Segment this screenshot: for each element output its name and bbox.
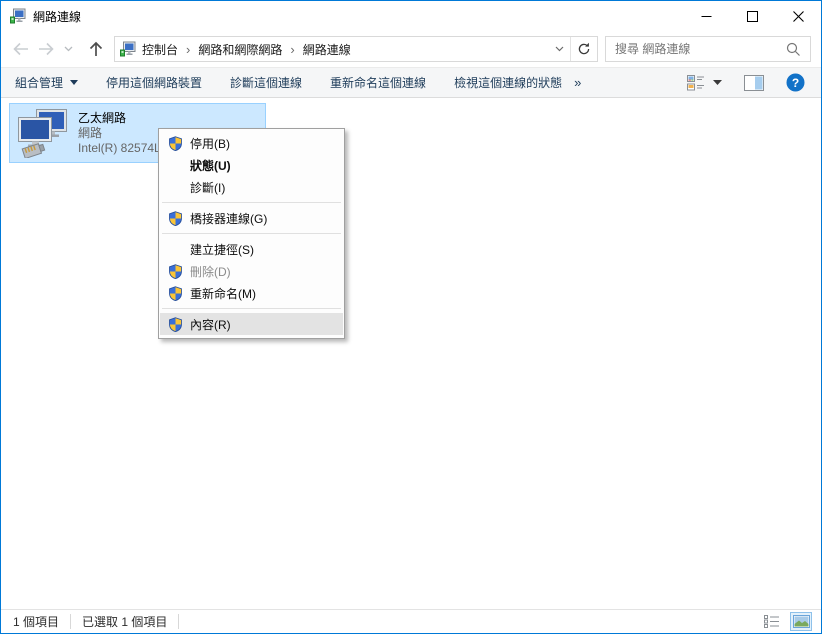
toolbar-button-rename-connection[interactable]: 重新命名這個連線 bbox=[330, 74, 426, 91]
status-divider bbox=[178, 614, 179, 629]
context-menu-item-properties[interactable]: 內容(R) bbox=[160, 313, 343, 335]
selected-count: 已選取 1 個項目 bbox=[82, 613, 167, 630]
explorer-window: 網路連線 bbox=[0, 0, 822, 634]
adapter-name: 乙太網路 bbox=[78, 111, 161, 126]
uac-shield-icon bbox=[160, 211, 190, 226]
up-arrow-icon bbox=[89, 41, 103, 57]
large-icons-view-icon bbox=[793, 615, 810, 628]
breadcrumb-separator-icon: › bbox=[288, 42, 296, 57]
search-input[interactable] bbox=[606, 42, 782, 56]
large-icons-view-button[interactable] bbox=[790, 612, 812, 631]
uac-shield-icon bbox=[160, 136, 190, 151]
context-menu-item-delete[interactable]: 刪除(D) bbox=[160, 260, 343, 282]
up-button[interactable] bbox=[83, 36, 109, 62]
status-left: 1 個項目 已選取 1 個項目 bbox=[13, 613, 190, 630]
menu-item-label: 狀態(U) bbox=[190, 157, 231, 174]
breadcrumb: 控制台›網路和網際網路›網路連線 bbox=[136, 41, 548, 58]
breadcrumb-item-control-panel[interactable]: 控制台 bbox=[136, 41, 184, 58]
svg-text:?: ? bbox=[792, 76, 799, 90]
help-button[interactable]: ? bbox=[786, 73, 805, 92]
context-menu-item-create-shortcut[interactable]: 建立捷徑(S) bbox=[160, 238, 343, 260]
address-bar[interactable]: 控制台›網路和網際網路›網路連線 bbox=[114, 36, 598, 62]
organize-label: 組合管理 bbox=[15, 74, 63, 91]
minimize-icon bbox=[701, 11, 712, 22]
toolbar-items: 停用這個網路裝置 診斷這個連線 重新命名這個連線 檢視這個連線的狀態 bbox=[78, 74, 562, 91]
menu-separator bbox=[162, 233, 341, 234]
address-dropdown-button[interactable] bbox=[548, 46, 570, 52]
network-connections-icon bbox=[10, 8, 26, 24]
adapter-status: 網路 bbox=[78, 126, 161, 141]
context-menu-item-disable[interactable]: 停用(B) bbox=[160, 132, 343, 154]
menu-item-label: 建立捷徑(S) bbox=[190, 241, 254, 258]
ethernet-adapter-icon bbox=[17, 108, 69, 158]
maximize-button[interactable] bbox=[729, 1, 775, 31]
window-title: 網路連線 bbox=[33, 8, 81, 25]
context-menu-item-rename[interactable]: 重新命名(M) bbox=[160, 282, 343, 304]
adapter-device: Intel(R) 82574L bbox=[78, 141, 161, 156]
toolbar-button-view-connection-status[interactable]: 檢視這個連線的狀態 bbox=[454, 74, 562, 91]
chevron-down-icon bbox=[64, 46, 73, 52]
items-count: 1 個項目 bbox=[13, 613, 59, 630]
preview-pane-button[interactable] bbox=[744, 75, 764, 91]
caret-down-icon bbox=[713, 80, 722, 85]
menu-item-label: 橋接器連線(G) bbox=[190, 210, 267, 227]
toolbar-button-diagnose-connection[interactable]: 診斷這個連線 bbox=[230, 74, 302, 91]
back-button[interactable] bbox=[7, 36, 33, 62]
search-icon[interactable] bbox=[786, 42, 801, 57]
status-bar: 1 個項目 已選取 1 個項目 bbox=[1, 609, 821, 633]
uac-shield-icon bbox=[160, 317, 190, 332]
minimize-button[interactable] bbox=[683, 1, 729, 31]
menu-item-label: 停用(B) bbox=[190, 135, 230, 152]
title-bar: 網路連線 bbox=[1, 1, 821, 31]
context-menu-item-status[interactable]: 狀態(U) bbox=[160, 154, 343, 176]
toolbar-button-disable-device[interactable]: 停用這個網路裝置 bbox=[106, 74, 202, 91]
view-list-icon bbox=[687, 74, 705, 91]
status-right bbox=[761, 612, 812, 631]
help-icon: ? bbox=[786, 73, 805, 92]
file-list-area[interactable]: 乙太網路 網路 Intel(R) 82574L 停用(B) 狀態(U) 診斷(I) 橋… bbox=[1, 98, 821, 609]
back-arrow-icon bbox=[12, 42, 29, 56]
details-view-button[interactable] bbox=[761, 612, 783, 631]
change-view-button[interactable] bbox=[687, 74, 722, 91]
menu-item-label: 內容(R) bbox=[190, 316, 231, 333]
navigation-bar: 控制台›網路和網際網路›網路連線 bbox=[1, 31, 821, 67]
preview-pane-icon bbox=[744, 75, 764, 91]
toolbar-overflow-button[interactable]: » bbox=[574, 75, 580, 90]
close-icon bbox=[793, 11, 804, 22]
breadcrumb-item-network-and-internet[interactable]: 網路和網際網路 bbox=[192, 41, 288, 58]
forward-button[interactable] bbox=[33, 36, 59, 62]
context-menu: 停用(B) 狀態(U) 診斷(I) 橋接器連線(G) 建立捷徑(S) 刪除(D) 重新命名(… bbox=[158, 128, 345, 339]
forward-arrow-icon bbox=[38, 42, 55, 56]
command-toolbar: 組合管理 停用這個網路裝置 診斷這個連線 重新命名這個連線 檢視這個連線的狀態 » bbox=[1, 67, 821, 98]
menu-item-label: 診斷(I) bbox=[190, 179, 225, 196]
chevron-down-icon bbox=[555, 46, 564, 52]
uac-shield-icon bbox=[160, 264, 190, 279]
organize-button[interactable]: 組合管理 bbox=[15, 74, 78, 91]
context-menu-item-diagnose[interactable]: 診斷(I) bbox=[160, 176, 343, 198]
refresh-button[interactable] bbox=[570, 37, 597, 61]
menu-separator bbox=[162, 202, 341, 203]
menu-item-label: 重新命名(M) bbox=[190, 285, 256, 302]
location-icon bbox=[120, 41, 136, 57]
recent-locations-button[interactable] bbox=[59, 36, 77, 62]
menu-item-label: 刪除(D) bbox=[190, 263, 231, 280]
details-view-icon bbox=[764, 615, 780, 628]
maximize-icon bbox=[747, 11, 758, 22]
search-box bbox=[605, 36, 811, 62]
toolbar-right: ? bbox=[687, 73, 805, 92]
caret-down-icon bbox=[70, 80, 78, 85]
menu-separator bbox=[162, 308, 341, 309]
status-divider bbox=[70, 614, 71, 629]
breadcrumb-separator-icon: › bbox=[184, 42, 192, 57]
uac-shield-icon bbox=[160, 286, 190, 301]
refresh-icon bbox=[577, 42, 591, 56]
adapter-text: 乙太網路 網路 Intel(R) 82574L bbox=[78, 111, 161, 156]
window-controls bbox=[683, 1, 821, 31]
context-menu-item-bridge-connections[interactable]: 橋接器連線(G) bbox=[160, 207, 343, 229]
breadcrumb-item-network-connections[interactable]: 網路連線 bbox=[297, 41, 357, 58]
close-button[interactable] bbox=[775, 1, 821, 31]
